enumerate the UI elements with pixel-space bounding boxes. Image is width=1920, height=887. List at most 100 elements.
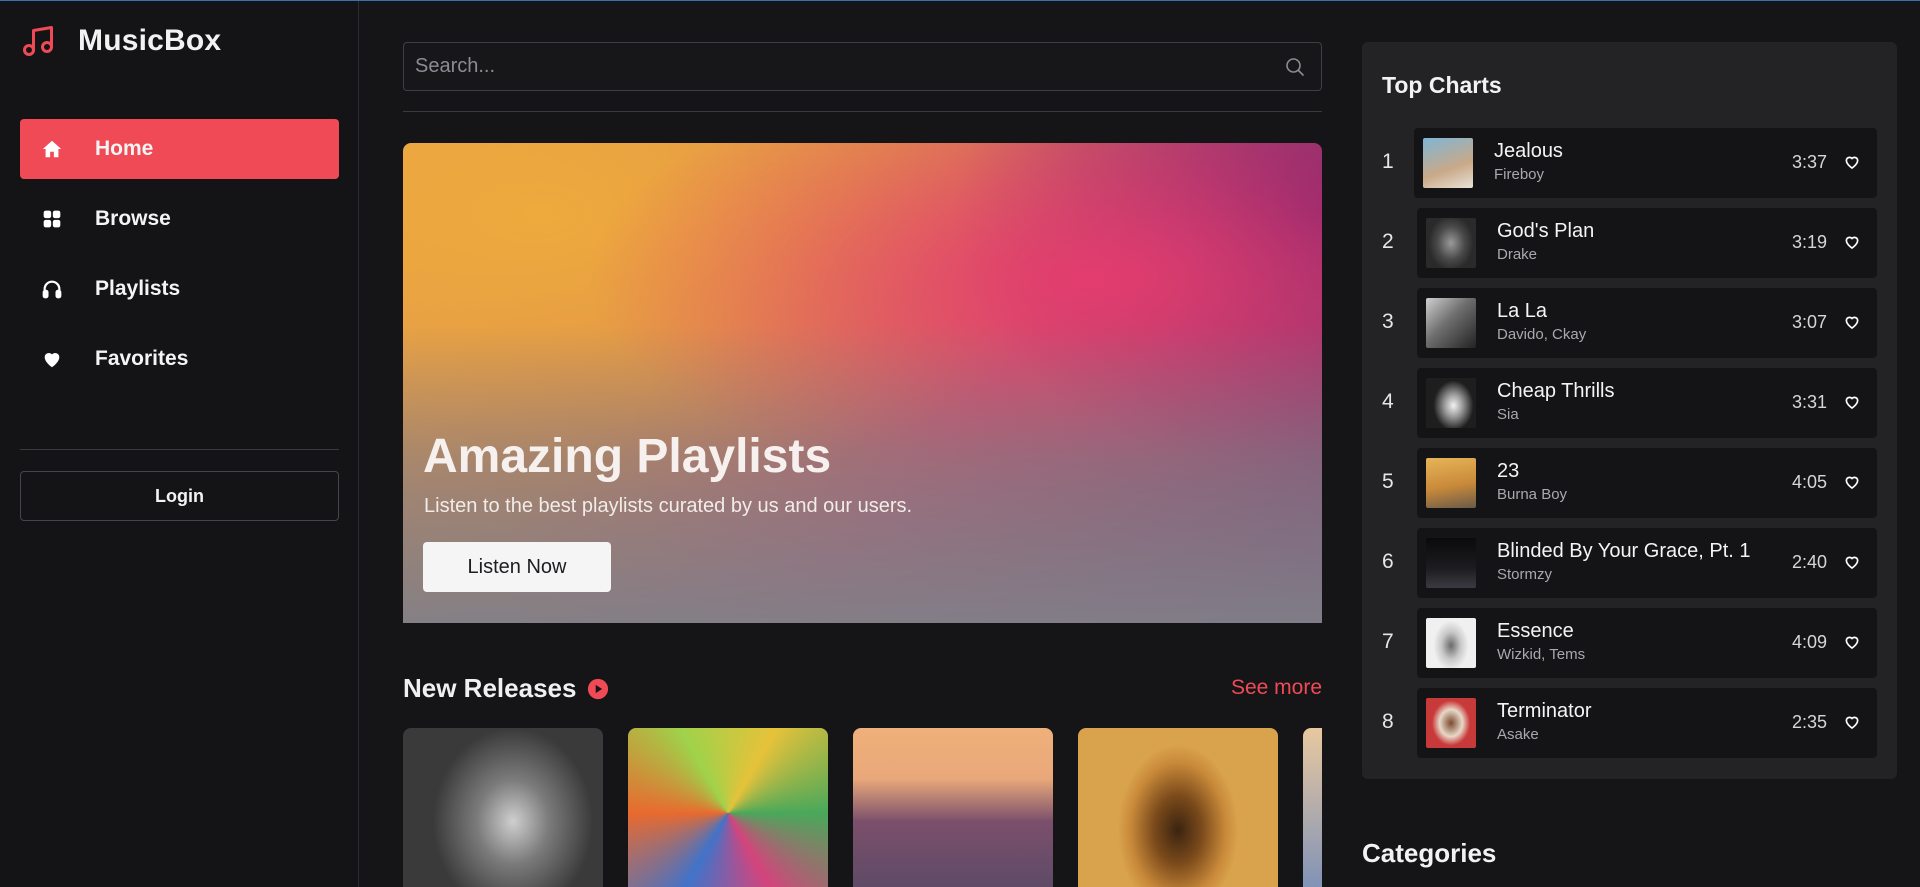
track-title: God's Plan: [1497, 220, 1595, 242]
track-title: Jealous: [1494, 140, 1563, 162]
chart-rank: 4: [1382, 390, 1394, 413]
release-card[interactable]: [403, 728, 603, 887]
main-nav: Home Browse Playlists Favorites: [20, 119, 339, 399]
login-button[interactable]: Login: [20, 471, 339, 521]
track-artist: Sia: [1497, 406, 1519, 423]
track-duration: 3:37: [1791, 152, 1827, 172]
track-card[interactable]: Jealous Fireboy 3:37: [1414, 128, 1877, 198]
chart-rank: 5: [1382, 470, 1394, 493]
track-card[interactable]: Essence Wizkid, Tems 4:09: [1417, 608, 1877, 678]
heart-outline-icon[interactable]: [1843, 473, 1861, 491]
search-divider: [403, 111, 1322, 112]
album-thumbnail: [1426, 298, 1476, 348]
top-charts-panel: Top Charts 1 Jealous Fireboy 3:37 2 God'…: [1362, 42, 1897, 779]
listen-now-button[interactable]: Listen Now: [423, 542, 611, 592]
track-card[interactable]: God's Plan Drake 3:19: [1417, 208, 1877, 278]
release-card[interactable]: [853, 728, 1053, 887]
chart-row: 7 Essence Wizkid, Tems 4:09: [1362, 608, 1897, 678]
chart-row: 4 Cheap Thrills Sia 3:31: [1362, 368, 1897, 438]
track-card[interactable]: Cheap Thrills Sia 3:31: [1417, 368, 1877, 438]
search-icon[interactable]: [1283, 55, 1307, 79]
heart-icon: [40, 347, 64, 371]
album-thumbnail: [1426, 618, 1476, 668]
nav-item-playlists[interactable]: Playlists: [20, 259, 339, 319]
section-title: New Releases: [403, 673, 577, 703]
nav-item-label: Favorites: [95, 347, 189, 370]
album-thumbnail: [1426, 378, 1476, 428]
app-title: MusicBox: [78, 24, 222, 57]
headphones-icon: [40, 277, 64, 301]
categories-title: Categories: [1362, 838, 1497, 868]
nav-item-label: Home: [95, 137, 154, 160]
search-input[interactable]: [404, 43, 1283, 90]
track-card[interactable]: Terminator Asake 2:35: [1417, 688, 1877, 758]
track-artist: Stormzy: [1497, 566, 1553, 583]
nav-item-label: Browse: [95, 207, 171, 230]
release-card[interactable]: [1303, 728, 1322, 887]
chart-row: 3 La La Davido, Ckay 3:07: [1362, 288, 1897, 358]
home-icon: [40, 137, 64, 161]
nav-item-favorites[interactable]: Favorites: [20, 329, 339, 389]
track-duration: 3:07: [1791, 312, 1827, 332]
hero-banner: Amazing Playlists Listen to the best pla…: [403, 143, 1322, 623]
track-title: La La: [1497, 300, 1548, 322]
chart-row: 1 Jealous Fireboy 3:37: [1362, 128, 1897, 198]
album-thumbnail: [1426, 218, 1476, 268]
heart-outline-icon[interactable]: [1843, 633, 1861, 651]
track-artist: Fireboy: [1494, 166, 1545, 183]
album-thumbnail: [1423, 138, 1473, 188]
track-title: Terminator: [1497, 700, 1592, 722]
track-artist: Davido, Ckay: [1497, 326, 1587, 343]
track-title: 23: [1497, 460, 1520, 482]
heart-outline-icon[interactable]: [1843, 713, 1861, 731]
track-card[interactable]: 23 Burna Boy 4:05: [1417, 448, 1877, 518]
track-duration: 4:09: [1791, 632, 1827, 652]
track-artist: Burna Boy: [1497, 486, 1568, 503]
chart-row: 5 23 Burna Boy 4:05: [1362, 448, 1897, 518]
new-releases-header: New Releases See more: [403, 673, 1322, 705]
track-duration: 4:05: [1791, 472, 1827, 492]
album-thumbnail: [1426, 698, 1476, 748]
grid-icon: [40, 207, 64, 231]
heart-outline-icon[interactable]: [1843, 153, 1861, 171]
track-duration: 3:31: [1791, 392, 1827, 412]
chart-rank: 3: [1382, 310, 1394, 333]
chart-rank: 1: [1382, 150, 1394, 173]
nav-item-browse[interactable]: Browse: [20, 189, 339, 249]
heart-outline-icon[interactable]: [1843, 393, 1861, 411]
chart-rank: 6: [1382, 550, 1394, 573]
heart-outline-icon[interactable]: [1843, 233, 1861, 251]
track-artist: Asake: [1497, 726, 1539, 743]
nav-item-label: Playlists: [95, 277, 181, 300]
heart-outline-icon[interactable]: [1843, 553, 1861, 571]
release-card[interactable]: [1078, 728, 1278, 887]
sidebar: MusicBox Home Browse Playlists Favorites…: [0, 1, 359, 887]
track-artist: Wizkid, Tems: [1497, 646, 1586, 663]
brand[interactable]: MusicBox: [20, 23, 221, 59]
track-duration: 2:35: [1791, 712, 1827, 732]
track-title: Blinded By Your Grace, Pt. 1: [1497, 540, 1751, 562]
hero-subtitle: Listen to the best playlists curated by …: [424, 495, 913, 517]
chart-row: 8 Terminator Asake 2:35: [1362, 688, 1897, 758]
play-circle-icon[interactable]: [587, 678, 609, 700]
track-duration: 3:19: [1791, 232, 1827, 252]
chart-row: 6 Blinded By Your Grace, Pt. 1 Stormzy 2…: [1362, 528, 1897, 598]
new-releases-row: [403, 728, 1322, 887]
sidebar-divider: [20, 449, 339, 450]
chart-rank: 2: [1382, 230, 1394, 253]
track-card[interactable]: La La Davido, Ckay 3:07: [1417, 288, 1877, 358]
track-title: Essence: [1497, 620, 1574, 642]
chart-rank: 8: [1382, 710, 1394, 733]
nav-item-home[interactable]: Home: [20, 119, 339, 179]
release-card[interactable]: [628, 728, 828, 887]
album-thumbnail: [1426, 458, 1476, 508]
track-title: Cheap Thrills: [1497, 380, 1615, 402]
heart-outline-icon[interactable]: [1843, 313, 1861, 331]
hero-title: Amazing Playlists: [423, 430, 832, 483]
track-artist: Drake: [1497, 246, 1538, 263]
chart-rank: 7: [1382, 630, 1394, 653]
search-bar: [403, 42, 1322, 91]
see-more-link[interactable]: See more: [1231, 676, 1322, 700]
track-card[interactable]: Blinded By Your Grace, Pt. 1 Stormzy 2:4…: [1417, 528, 1877, 598]
chart-row: 2 God's Plan Drake 3:19: [1362, 208, 1897, 278]
